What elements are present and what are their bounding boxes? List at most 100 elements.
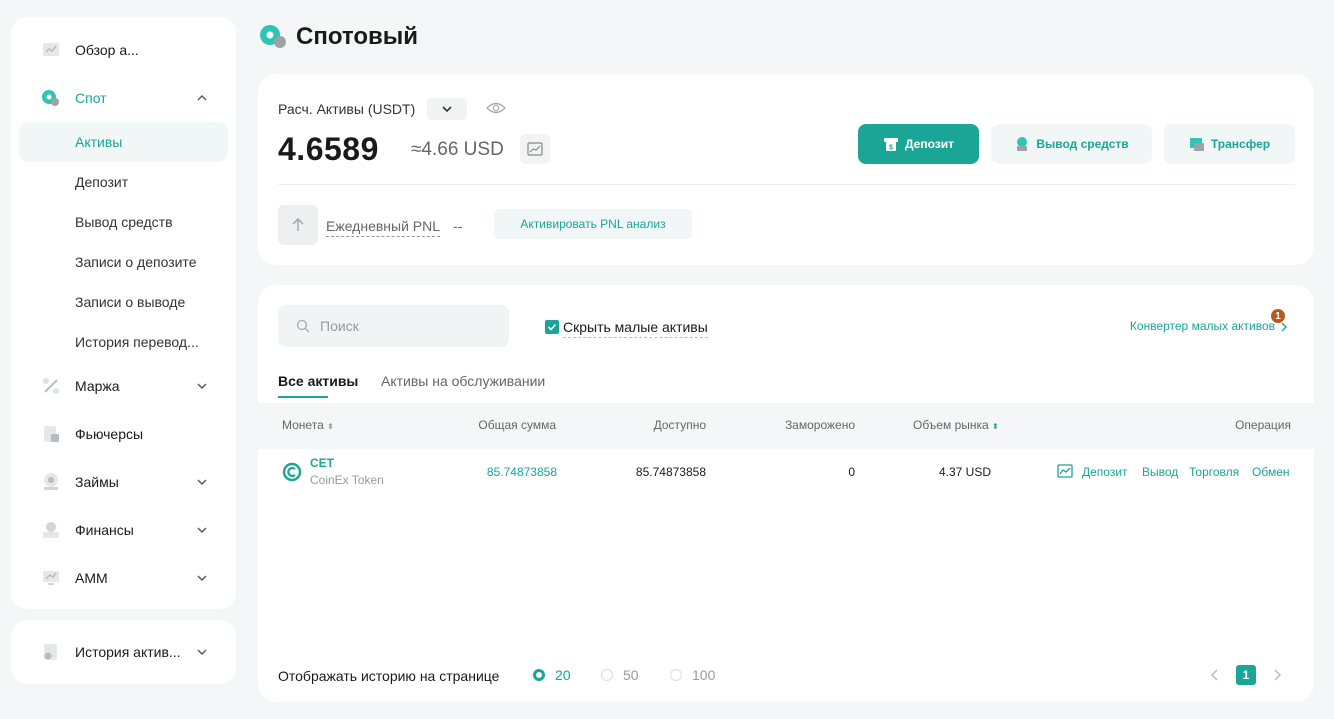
- header-operation: Операция: [1235, 418, 1291, 432]
- spot-icon: [42, 90, 59, 106]
- table-header: Монета ⬍ Общая сумма Доступно Заморожено…: [258, 403, 1314, 449]
- search-input[interactable]: [320, 316, 490, 336]
- coin-symbol[interactable]: CET: [310, 456, 334, 470]
- sidebar-nav: Обзор а... Спот Активы Депозит Вывод сре…: [11, 17, 236, 609]
- chevron-right-icon[interactable]: [1272, 669, 1282, 681]
- chevron-down-icon[interactable]: [196, 572, 208, 584]
- header-coin-label: Монета: [282, 418, 324, 432]
- sidebar-item-label: Фьючерсы: [75, 426, 144, 442]
- arrow-up-icon: [292, 217, 304, 231]
- daily-pnl-value: --: [453, 218, 463, 234]
- deposit-button[interactable]: $ Депозит: [858, 124, 979, 164]
- cell-available: 85.74873858: [635, 465, 706, 479]
- activate-pnl-button[interactable]: Активировать PNL анализ: [494, 209, 692, 239]
- sidebar-subitem-label: Записи о депозите: [75, 254, 197, 270]
- sidebar-item-label: История актив...: [75, 644, 181, 660]
- sidebar-item-label: Займы: [75, 474, 119, 490]
- chevron-right-icon[interactable]: [1280, 322, 1288, 332]
- search-box[interactable]: [278, 305, 509, 347]
- op-withdraw-link[interactable]: Вывод: [1142, 465, 1178, 479]
- sidebar-item-label: Маржа: [75, 378, 120, 394]
- balance-usd: ≈4.66 USD: [411, 139, 504, 160]
- sort-icon: ⬍: [327, 422, 334, 431]
- sidebar-subitem-withdraw[interactable]: Вывод средств: [19, 202, 228, 242]
- sidebar-item-overview[interactable]: Обзор а...: [11, 30, 236, 70]
- chevron-down-icon: [442, 106, 452, 113]
- header-market-value[interactable]: Объем рынка ⬍: [913, 418, 999, 432]
- assets-card: Скрыть малые активы Конвертер малых акти…: [258, 285, 1314, 702]
- pnl-icon-box: [278, 205, 318, 245]
- balance-card: Расч. Активы (USDT) 4.6589 ≈4.66 USD $ Д…: [258, 74, 1314, 265]
- chevron-down-icon[interactable]: [196, 646, 208, 658]
- tab-maintenance-assets[interactable]: Активы на обслуживании: [381, 373, 545, 389]
- currency-dropdown[interactable]: [427, 98, 467, 120]
- sidebar-item-futures[interactable]: Фьючерсы: [11, 414, 236, 454]
- tab-all-assets[interactable]: Все активы: [278, 373, 358, 389]
- sidebar-item-label: Обзор а...: [75, 42, 139, 58]
- per-page-option-50[interactable]: 50: [623, 667, 639, 683]
- hide-small-checkbox[interactable]: [545, 320, 559, 334]
- sidebar-item-margin[interactable]: Маржа: [11, 366, 236, 406]
- cell-frozen: 0: [848, 465, 855, 479]
- chevron-down-icon[interactable]: [196, 524, 208, 536]
- amm-icon: [43, 571, 59, 585]
- eye-icon[interactable]: [486, 100, 506, 116]
- chevron-down-icon[interactable]: [196, 380, 208, 392]
- balance-chart-button[interactable]: [520, 134, 550, 164]
- sidebar-subitem-deposit[interactable]: Депозит: [19, 162, 228, 202]
- withdraw-button[interactable]: Вывод средств: [991, 124, 1152, 164]
- converter-badge: 1: [1271, 309, 1285, 323]
- sidebar-subitem-label: Депозит: [75, 174, 129, 190]
- tab-active-indicator: [278, 396, 328, 398]
- op-exchange-link[interactable]: Обмен: [1252, 465, 1290, 479]
- chevron-up-icon[interactable]: [196, 92, 208, 104]
- sidebar-subitem-deposit-records[interactable]: Записи о депозите: [19, 242, 228, 282]
- sidebar-item-spot[interactable]: Спот: [11, 78, 236, 118]
- withdraw-icon: [1017, 137, 1028, 151]
- percent-icon: [43, 378, 59, 394]
- header-frozen: Заморожено: [784, 418, 855, 432]
- history-icon: [44, 644, 57, 660]
- op-deposit-link[interactable]: Депозит: [1082, 465, 1128, 479]
- sidebar-item-asset-history[interactable]: История актив...: [11, 632, 236, 672]
- page-title: Спотовый: [296, 23, 418, 50]
- page-number-current[interactable]: 1: [1236, 665, 1256, 685]
- hide-small-label[interactable]: Скрыть малые активы: [563, 319, 708, 338]
- transfer-icon: [1189, 138, 1204, 151]
- per-page-radio-100[interactable]: [670, 669, 682, 681]
- per-page-option-100[interactable]: 100: [692, 667, 715, 683]
- sidebar-subitem-transfer-history[interactable]: История перевод...: [19, 322, 228, 362]
- spot-title-icon: [260, 25, 286, 48]
- transfer-button[interactable]: Трансфер: [1164, 124, 1295, 164]
- deposit-icon: $: [883, 138, 898, 152]
- small-assets-converter-link[interactable]: Конвертер малых активов: [1130, 319, 1275, 333]
- header-market-value-label: Объем рынка: [913, 418, 989, 432]
- chart-icon[interactable]: [1057, 463, 1073, 479]
- sidebar-item-finance[interactable]: Финансы: [11, 510, 236, 550]
- op-trade-link[interactable]: Торговля: [1189, 465, 1239, 479]
- daily-pnl-label[interactable]: Ежедневный PNL: [326, 218, 441, 237]
- cell-market-value: 4.37 USD: [938, 465, 991, 479]
- chevron-left-icon[interactable]: [1210, 669, 1220, 681]
- balance-label: Расч. Активы (USDT): [278, 101, 416, 117]
- per-page-option-20[interactable]: 20: [555, 667, 571, 683]
- sidebar-subitem-label: Записи о выводе: [75, 294, 186, 310]
- sidebar-item-label: AMM: [75, 570, 108, 586]
- sidebar-subitem-withdraw-records[interactable]: Записи о выводе: [19, 282, 228, 322]
- withdraw-button-label: Вывод средств: [1036, 137, 1129, 151]
- per-page-label: Отображать историю на странице: [278, 668, 500, 684]
- table-row: CET CoinEx Token 85.74873858 85.74873858…: [258, 449, 1314, 495]
- sidebar-history-panel: История актив...: [11, 620, 236, 684]
- sidebar-item-amm[interactable]: AMM: [11, 558, 236, 598]
- per-page-radio-50[interactable]: [601, 669, 613, 681]
- sidebar-item-label: Спот: [75, 90, 107, 106]
- check-icon: [547, 323, 557, 331]
- header-coin[interactable]: Монета ⬍: [282, 418, 334, 432]
- per-page-radio-20[interactable]: [533, 669, 545, 681]
- cell-total[interactable]: 85.74873858: [487, 465, 557, 479]
- sidebar-item-loans[interactable]: Займы: [11, 462, 236, 502]
- sidebar-subitem-assets[interactable]: Активы: [19, 122, 228, 162]
- header-available: Доступно: [653, 418, 706, 432]
- chevron-down-icon[interactable]: [196, 476, 208, 488]
- sidebar-item-label: Финансы: [75, 522, 134, 538]
